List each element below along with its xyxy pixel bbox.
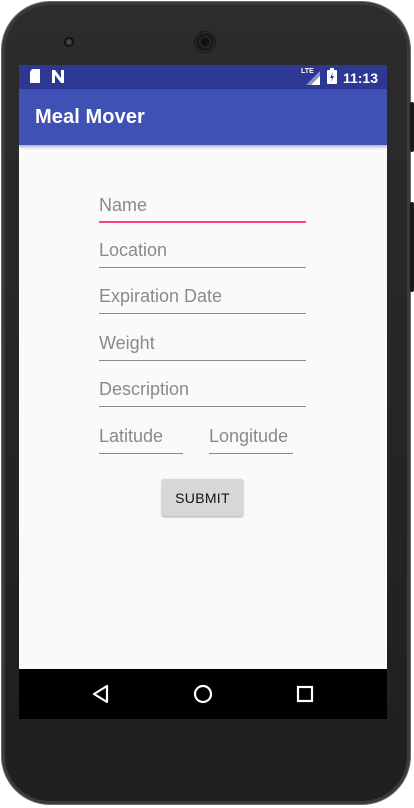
light-sensor bbox=[343, 39, 349, 45]
name-field[interactable] bbox=[99, 191, 306, 223]
app-bar: Meal Mover bbox=[19, 89, 387, 145]
volume-button bbox=[410, 202, 414, 292]
longitude-field[interactable] bbox=[209, 422, 293, 454]
expiration-date-field[interactable] bbox=[99, 282, 306, 314]
back-icon bbox=[92, 684, 109, 704]
lte-signal-icon: LTE bbox=[300, 67, 321, 86]
recents-button[interactable] bbox=[275, 669, 335, 719]
recents-icon bbox=[296, 685, 314, 703]
sd-card-icon bbox=[29, 69, 41, 87]
network-type: LTE bbox=[300, 67, 314, 75]
latitude-field[interactable] bbox=[99, 422, 183, 454]
status-bar: LTE 11:13 bbox=[19, 65, 387, 89]
proximity-sensor bbox=[330, 39, 336, 45]
n-notification-icon bbox=[51, 69, 65, 87]
back-button[interactable] bbox=[70, 669, 130, 719]
location-field[interactable] bbox=[99, 236, 306, 268]
status-time: 11:13 bbox=[342, 69, 378, 86]
earpiece-speaker bbox=[195, 32, 215, 52]
description-field[interactable] bbox=[99, 375, 306, 407]
power-button bbox=[410, 102, 414, 152]
front-camera bbox=[64, 37, 74, 47]
navigation-bar bbox=[19, 669, 387, 719]
home-button[interactable] bbox=[173, 669, 233, 719]
home-icon bbox=[193, 684, 213, 704]
app-title: Meal Mover bbox=[35, 106, 145, 128]
weight-field[interactable] bbox=[99, 329, 306, 361]
submit-button[interactable]: SUBMIT bbox=[162, 479, 243, 516]
device-screen: LTE 11:13 Meal Mover SUBMIT bbox=[19, 65, 387, 719]
battery-icon bbox=[326, 68, 337, 87]
